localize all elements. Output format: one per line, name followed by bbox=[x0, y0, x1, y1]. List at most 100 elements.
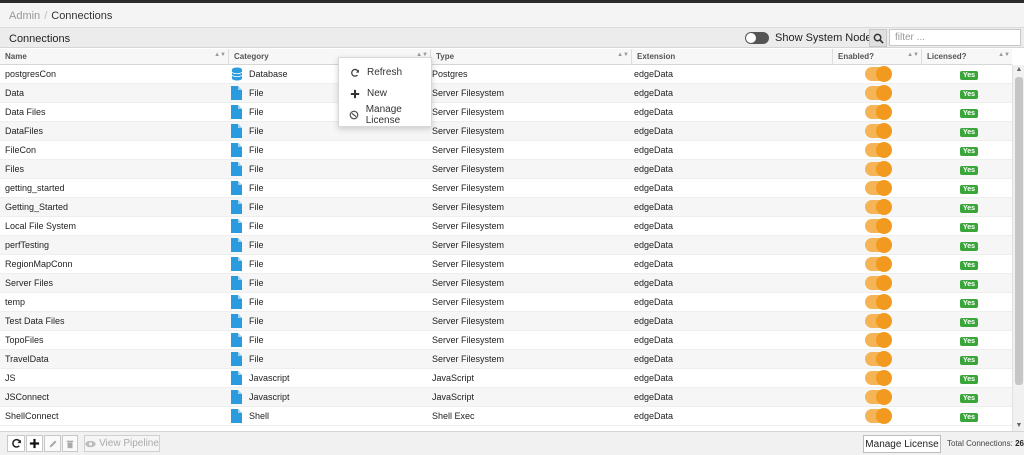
enabled-toggle[interactable] bbox=[865, 142, 892, 158]
manage-license-button[interactable]: Manage License bbox=[863, 435, 941, 453]
connection-type: Server Filesystem bbox=[432, 183, 505, 193]
show-system-nodes-toggle[interactable] bbox=[745, 32, 769, 44]
enabled-toggle[interactable] bbox=[865, 180, 892, 196]
enabled-toggle[interactable] bbox=[865, 408, 892, 424]
connection-extension: edgeData bbox=[634, 316, 674, 326]
enabled-toggle[interactable] bbox=[865, 218, 892, 234]
connection-type: Server Filesystem bbox=[432, 278, 505, 288]
table-row[interactable]: Server Files File Server Filesystem edgeDat… bbox=[0, 274, 1012, 293]
filter-input[interactable] bbox=[889, 29, 1021, 46]
toggle-switch[interactable] bbox=[865, 237, 892, 253]
table-row[interactable]: Files File Server Filesystem edgeData Yes bbox=[0, 160, 1012, 179]
table-row[interactable]: RegionMapConn File Server Filesystem edgeDa… bbox=[0, 255, 1012, 274]
enabled-toggle[interactable] bbox=[865, 313, 892, 329]
table-row[interactable]: Test Data Files File Server Filesystem edge… bbox=[0, 312, 1012, 331]
refresh-button[interactable] bbox=[7, 435, 25, 452]
enabled-toggle[interactable] bbox=[865, 123, 892, 139]
sort-icon: ▲▼ bbox=[998, 52, 1010, 58]
connection-name: Data bbox=[5, 88, 25, 98]
toggle-switch[interactable] bbox=[865, 351, 892, 367]
toggle-switch[interactable] bbox=[865, 199, 892, 215]
licensed-value: Yes bbox=[960, 261, 979, 270]
toggle-switch[interactable] bbox=[865, 256, 892, 272]
licensed-value: Yes bbox=[960, 375, 979, 384]
toggle-switch[interactable] bbox=[865, 180, 892, 196]
table-row[interactable]: JSConnect Javascript JavaScript edgeData Yes bbox=[0, 388, 1012, 407]
toggle-switch[interactable] bbox=[865, 142, 892, 158]
enabled-toggle[interactable] bbox=[865, 389, 892, 405]
enabled-toggle[interactable] bbox=[865, 332, 892, 348]
toggle-switch[interactable] bbox=[865, 408, 892, 424]
vertical-scrollbar[interactable]: ▲ ▼ bbox=[1012, 65, 1024, 431]
scroll-down-arrow-icon[interactable]: ▼ bbox=[1014, 421, 1024, 431]
toggle-switch[interactable] bbox=[865, 161, 892, 177]
connection-extension: edgeData bbox=[634, 164, 674, 174]
toggle-switch[interactable] bbox=[865, 294, 892, 310]
scroll-up-arrow-icon[interactable]: ▲ bbox=[1014, 65, 1024, 75]
enabled-toggle[interactable] bbox=[865, 256, 892, 272]
column-header-extension[interactable]: Extension bbox=[632, 49, 833, 65]
plus-icon bbox=[29, 438, 40, 449]
edit-button[interactable] bbox=[44, 435, 61, 452]
enabled-toggle[interactable] bbox=[865, 104, 892, 120]
column-header-name[interactable]: Name ▲▼ bbox=[0, 49, 229, 65]
enabled-toggle[interactable] bbox=[865, 275, 892, 291]
view-pipeline-button[interactable]: View Pipeline bbox=[84, 435, 160, 452]
toggle-switch[interactable] bbox=[865, 313, 892, 329]
connection-type: Server Filesystem bbox=[432, 316, 505, 326]
enabled-toggle[interactable] bbox=[865, 161, 892, 177]
toggle-switch[interactable] bbox=[865, 370, 892, 386]
table-row[interactable]: JS Javascript JavaScript edgeData Yes bbox=[0, 369, 1012, 388]
table-row[interactable]: getting_started File Server Filesystem edge… bbox=[0, 179, 1012, 198]
table-row[interactable]: ShellConnect Shell Shell Exec edgeData Yes bbox=[0, 407, 1012, 426]
scrollbar-thumb[interactable] bbox=[1015, 77, 1023, 385]
breadcrumb-admin[interactable]: Admin bbox=[9, 10, 40, 22]
sort-icon: ▲▼ bbox=[907, 52, 919, 58]
enabled-toggle[interactable] bbox=[865, 237, 892, 253]
column-header-enabled[interactable]: Enabled? ▲▼ bbox=[833, 49, 922, 65]
file-icon bbox=[231, 409, 242, 425]
connection-category: File bbox=[249, 278, 264, 288]
toggle-switch[interactable] bbox=[865, 218, 892, 234]
column-header-type[interactable]: Type ▲▼ bbox=[431, 49, 632, 65]
enabled-toggle[interactable] bbox=[865, 351, 892, 367]
add-button[interactable] bbox=[26, 435, 43, 452]
connection-extension: edgeData bbox=[634, 354, 674, 364]
menu-item-new[interactable]: New bbox=[339, 83, 431, 104]
enabled-toggle[interactable] bbox=[865, 294, 892, 310]
enabled-toggle[interactable] bbox=[865, 370, 892, 386]
menu-item-refresh[interactable]: Refresh bbox=[339, 62, 431, 83]
enabled-toggle[interactable] bbox=[865, 66, 892, 82]
connection-type: Server Filesystem bbox=[432, 240, 505, 250]
table-row[interactable]: Data File Server Filesystem edgeData Yes bbox=[0, 84, 1012, 103]
toggle-switch[interactable] bbox=[865, 123, 892, 139]
menu-item-manage-license[interactable]: Manage License bbox=[339, 104, 431, 126]
licensed-badge: Yes bbox=[960, 183, 979, 194]
table-row[interactable]: Local File System File Server Filesystem ed… bbox=[0, 217, 1012, 236]
connection-category: Shell bbox=[249, 411, 270, 421]
column-header-licensed[interactable]: Licensed? ▲▼ bbox=[922, 49, 1012, 65]
search-button[interactable] bbox=[869, 29, 887, 47]
table-row[interactable]: FileCon File Server Filesystem edgeData Yes bbox=[0, 141, 1012, 160]
toggle-switch[interactable] bbox=[865, 275, 892, 291]
file-icon bbox=[231, 238, 242, 254]
table-row[interactable]: perfTesting File Server Filesystem edgeData… bbox=[0, 236, 1012, 255]
toggle-switch[interactable] bbox=[865, 85, 892, 101]
toggle-switch[interactable] bbox=[865, 389, 892, 405]
table-row[interactable]: DataFiles File Server Filesystem edgeData Ye… bbox=[0, 122, 1012, 141]
table-row[interactable]: TravelData File Server Filesystem edgeData Y… bbox=[0, 350, 1012, 369]
table-row[interactable]: postgresCon Database Postgres edgeData Yes bbox=[0, 65, 1012, 84]
delete-button[interactable] bbox=[62, 435, 78, 452]
licensed-badge: Yes bbox=[960, 335, 979, 346]
table-row[interactable]: Data Files File Server Filesystem edgeData Y… bbox=[0, 103, 1012, 122]
table-row[interactable]: temp File Server Filesystem edgeData Yes bbox=[0, 293, 1012, 312]
table-row[interactable]: Getting_Started File Server Filesystem edge… bbox=[0, 198, 1012, 217]
connection-name: Files bbox=[5, 164, 25, 174]
refresh-icon bbox=[349, 68, 361, 78]
table-row[interactable]: TopoFiles File Server Filesystem edgeData Ye… bbox=[0, 331, 1012, 350]
enabled-toggle[interactable] bbox=[865, 85, 892, 101]
toggle-switch[interactable] bbox=[865, 332, 892, 348]
enabled-toggle[interactable] bbox=[865, 199, 892, 215]
toggle-switch[interactable] bbox=[865, 66, 892, 82]
toggle-switch[interactable] bbox=[865, 104, 892, 120]
